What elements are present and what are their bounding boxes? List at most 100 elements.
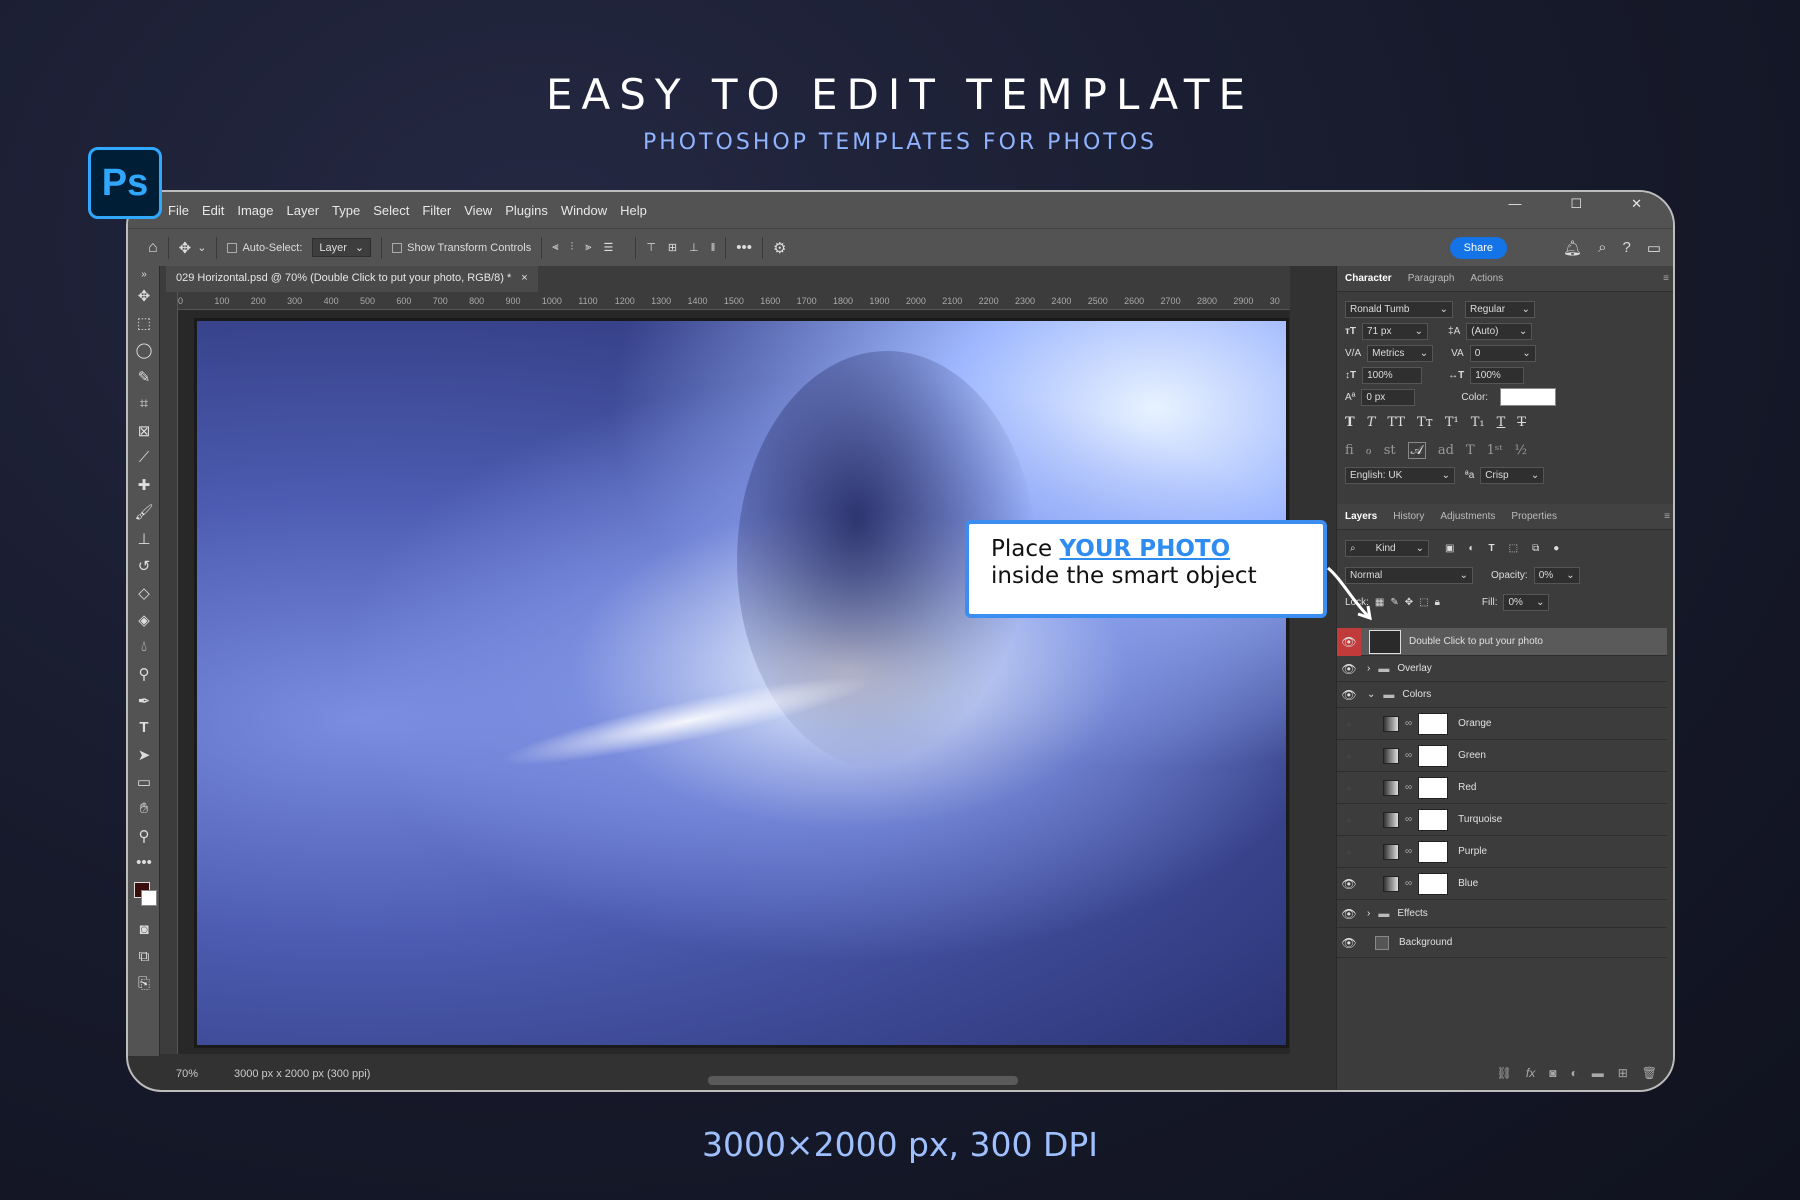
visibility-eye-icon[interactable]: 👁︎: [1337, 870, 1361, 898]
panel-menu-icon[interactable]: ≡: [1664, 511, 1670, 522]
visibility-toggle[interactable]: ▫: [1337, 774, 1361, 802]
layer-row-smart-object[interactable]: 👁︎ Double Click to put your photo: [1337, 627, 1667, 656]
swash-icon[interactable]: 𝒜: [1407, 441, 1426, 459]
screen-mode-icon[interactable]: ⧉: [128, 943, 160, 970]
workspace-icon[interactable]: ▭: [1647, 239, 1661, 257]
filter-smart-icon[interactable]: ⧉: [1532, 543, 1539, 554]
visibility-eye-icon[interactable]: 👁︎: [1337, 627, 1361, 656]
chevron-down-icon[interactable]: ⌄: [197, 241, 206, 254]
layer-row-adjustment[interactable]: ▫ ∞ Red: [1337, 772, 1667, 804]
old-style-icon[interactable]: ℴ: [1366, 443, 1372, 458]
eraser-tool-icon[interactable]: ◇: [128, 579, 160, 606]
subscript-icon[interactable]: T₁: [1471, 415, 1485, 430]
ordinals-icon[interactable]: 1ˢᵗ: [1487, 443, 1503, 458]
fx-icon[interactable]: fx: [1526, 1066, 1535, 1080]
layer-filter-select[interactable]: ⌕ Kind ⌄: [1345, 539, 1429, 557]
bucket-tool-icon[interactable]: ◈: [128, 606, 160, 633]
tab-history[interactable]: History: [1393, 511, 1424, 522]
filter-toggle-icon[interactable]: ●: [1553, 543, 1559, 554]
share-button[interactable]: Share: [1449, 237, 1507, 259]
layer-row-adjustment[interactable]: ▫ ∞ Purple: [1337, 836, 1667, 868]
share-tools-icon[interactable]: ⎘: [128, 970, 160, 997]
ligature-icon[interactable]: fi: [1345, 443, 1354, 458]
menu-window[interactable]: Window: [561, 203, 607, 218]
kerning-select[interactable]: Metrics ⌄: [1367, 344, 1434, 362]
search-icon[interactable]: ⌕: [1598, 239, 1606, 257]
layer-row-group[interactable]: 👁︎ › ▬ Effects: [1337, 900, 1667, 928]
trash-icon[interactable]: 🗑︎: [1642, 1066, 1657, 1080]
font-style-select[interactable]: Regular ⌄: [1465, 300, 1535, 318]
link-layers-icon[interactable]: ⛓︎: [1497, 1066, 1512, 1080]
align-right-icon[interactable]: ⫸: [585, 241, 591, 254]
underline-icon[interactable]: T: [1497, 415, 1506, 430]
document-tab[interactable]: 029 Horizontal.psd @ 70% (Double Click t…: [166, 266, 538, 292]
menu-view[interactable]: View: [464, 203, 492, 218]
layer-row-adjustment[interactable]: ▫ ∞ Turquoise: [1337, 804, 1667, 836]
visibility-eye-icon[interactable]: 👁︎: [1337, 655, 1361, 683]
path-select-icon[interactable]: ➤: [128, 741, 160, 768]
visibility-toggle[interactable]: ▫: [1337, 838, 1361, 866]
move-tool-icon[interactable]: ✥: [128, 282, 160, 309]
close-tab-icon[interactable]: ×: [521, 272, 527, 286]
menu-image[interactable]: Image: [237, 203, 273, 218]
tab-character[interactable]: Character: [1345, 273, 1392, 284]
menu-type[interactable]: Type: [332, 203, 360, 218]
filter-type-icon[interactable]: T: [1489, 543, 1495, 554]
menu-help[interactable]: Help: [620, 203, 647, 218]
all-caps-icon[interactable]: TT: [1387, 415, 1405, 430]
color-swatches-icon[interactable]: [128, 876, 160, 916]
more-options-icon[interactable]: •••: [736, 239, 752, 256]
visibility-toggle[interactable]: ▫: [1337, 742, 1361, 770]
strikethrough-icon[interactable]: T: [1517, 415, 1526, 430]
visibility-eye-icon[interactable]: 👁︎: [1337, 929, 1361, 957]
align-middle-icon[interactable]: ⊞: [668, 241, 677, 254]
leading-input[interactable]: (Auto) ⌄: [1466, 322, 1533, 340]
filter-pixel-icon[interactable]: ▣: [1445, 543, 1454, 554]
vertical-scale-input[interactable]: 100%: [1362, 366, 1423, 384]
add-mask-icon[interactable]: ◙: [1549, 1066, 1556, 1080]
tab-adjustments[interactable]: Adjustments: [1440, 511, 1495, 522]
new-group-icon[interactable]: ▬: [1592, 1066, 1604, 1080]
pen-tool-icon[interactable]: ✒: [128, 687, 160, 714]
healing-tool-icon[interactable]: ✚: [128, 471, 160, 498]
layer-row-adjustment[interactable]: ▫ ∞ Orange: [1337, 708, 1667, 740]
visibility-eye-icon[interactable]: 👁︎: [1337, 900, 1361, 928]
lock-position-icon[interactable]: ✥: [1405, 597, 1413, 608]
history-brush-icon[interactable]: ↺: [128, 552, 160, 579]
minimize-icon[interactable]: —: [1508, 196, 1521, 212]
frame-tool-icon[interactable]: ⊠: [128, 417, 160, 444]
bell-icon[interactable]: 🔔︎: [1563, 239, 1582, 257]
opacity-input[interactable]: 0% ⌄: [1533, 566, 1580, 584]
tab-layers[interactable]: Layers: [1345, 511, 1377, 522]
language-select[interactable]: English: UK ⌄: [1345, 466, 1455, 484]
menu-edit[interactable]: Edit: [202, 203, 224, 218]
lasso-tool-icon[interactable]: ◯: [128, 336, 160, 363]
tracking-input[interactable]: 0 ⌄: [1469, 344, 1536, 362]
antialias-select[interactable]: Crisp ⌄: [1480, 466, 1545, 484]
help-icon[interactable]: ?: [1622, 239, 1630, 257]
type-tool-icon[interactable]: T: [128, 714, 160, 741]
hand-tool-icon[interactable]: ✋︎: [128, 795, 160, 822]
align-left-icon[interactable]: ⫷: [552, 241, 558, 254]
lock-artboard-icon[interactable]: ⬚: [1419, 597, 1428, 608]
fractions-icon[interactable]: ½: [1515, 443, 1528, 458]
filter-adjustment-icon[interactable]: ◐: [1468, 543, 1474, 554]
align-center-icon[interactable]: ⫶: [570, 241, 573, 254]
stylistic-alternates-icon[interactable]: ad: [1438, 443, 1454, 458]
font-size-input[interactable]: 71 px ⌄: [1362, 322, 1429, 340]
faux-bold-icon[interactable]: T: [1345, 415, 1355, 430]
canvas-photo[interactable]: [194, 318, 1289, 1048]
tab-paragraph[interactable]: Paragraph: [1408, 273, 1455, 284]
menu-filter[interactable]: Filter: [422, 203, 451, 218]
chevron-right-icon[interactable]: ›: [1367, 908, 1370, 919]
close-icon[interactable]: ✕: [1631, 196, 1642, 212]
gear-icon[interactable]: ⚙: [773, 239, 786, 257]
discretionary-ligature-icon[interactable]: st: [1384, 443, 1396, 458]
new-adjustment-icon[interactable]: ◐: [1570, 1066, 1577, 1080]
horizontal-scrollbar[interactable]: [708, 1076, 1018, 1085]
menu-file[interactable]: File: [168, 203, 189, 218]
visibility-toggle[interactable]: ▫: [1337, 806, 1361, 834]
chevron-right-icon[interactable]: ›: [1367, 663, 1370, 674]
layer-row-adjustment[interactable]: ▫ ∞ Green: [1337, 740, 1667, 772]
auto-select-dropdown[interactable]: Layer ⌄: [312, 238, 372, 257]
